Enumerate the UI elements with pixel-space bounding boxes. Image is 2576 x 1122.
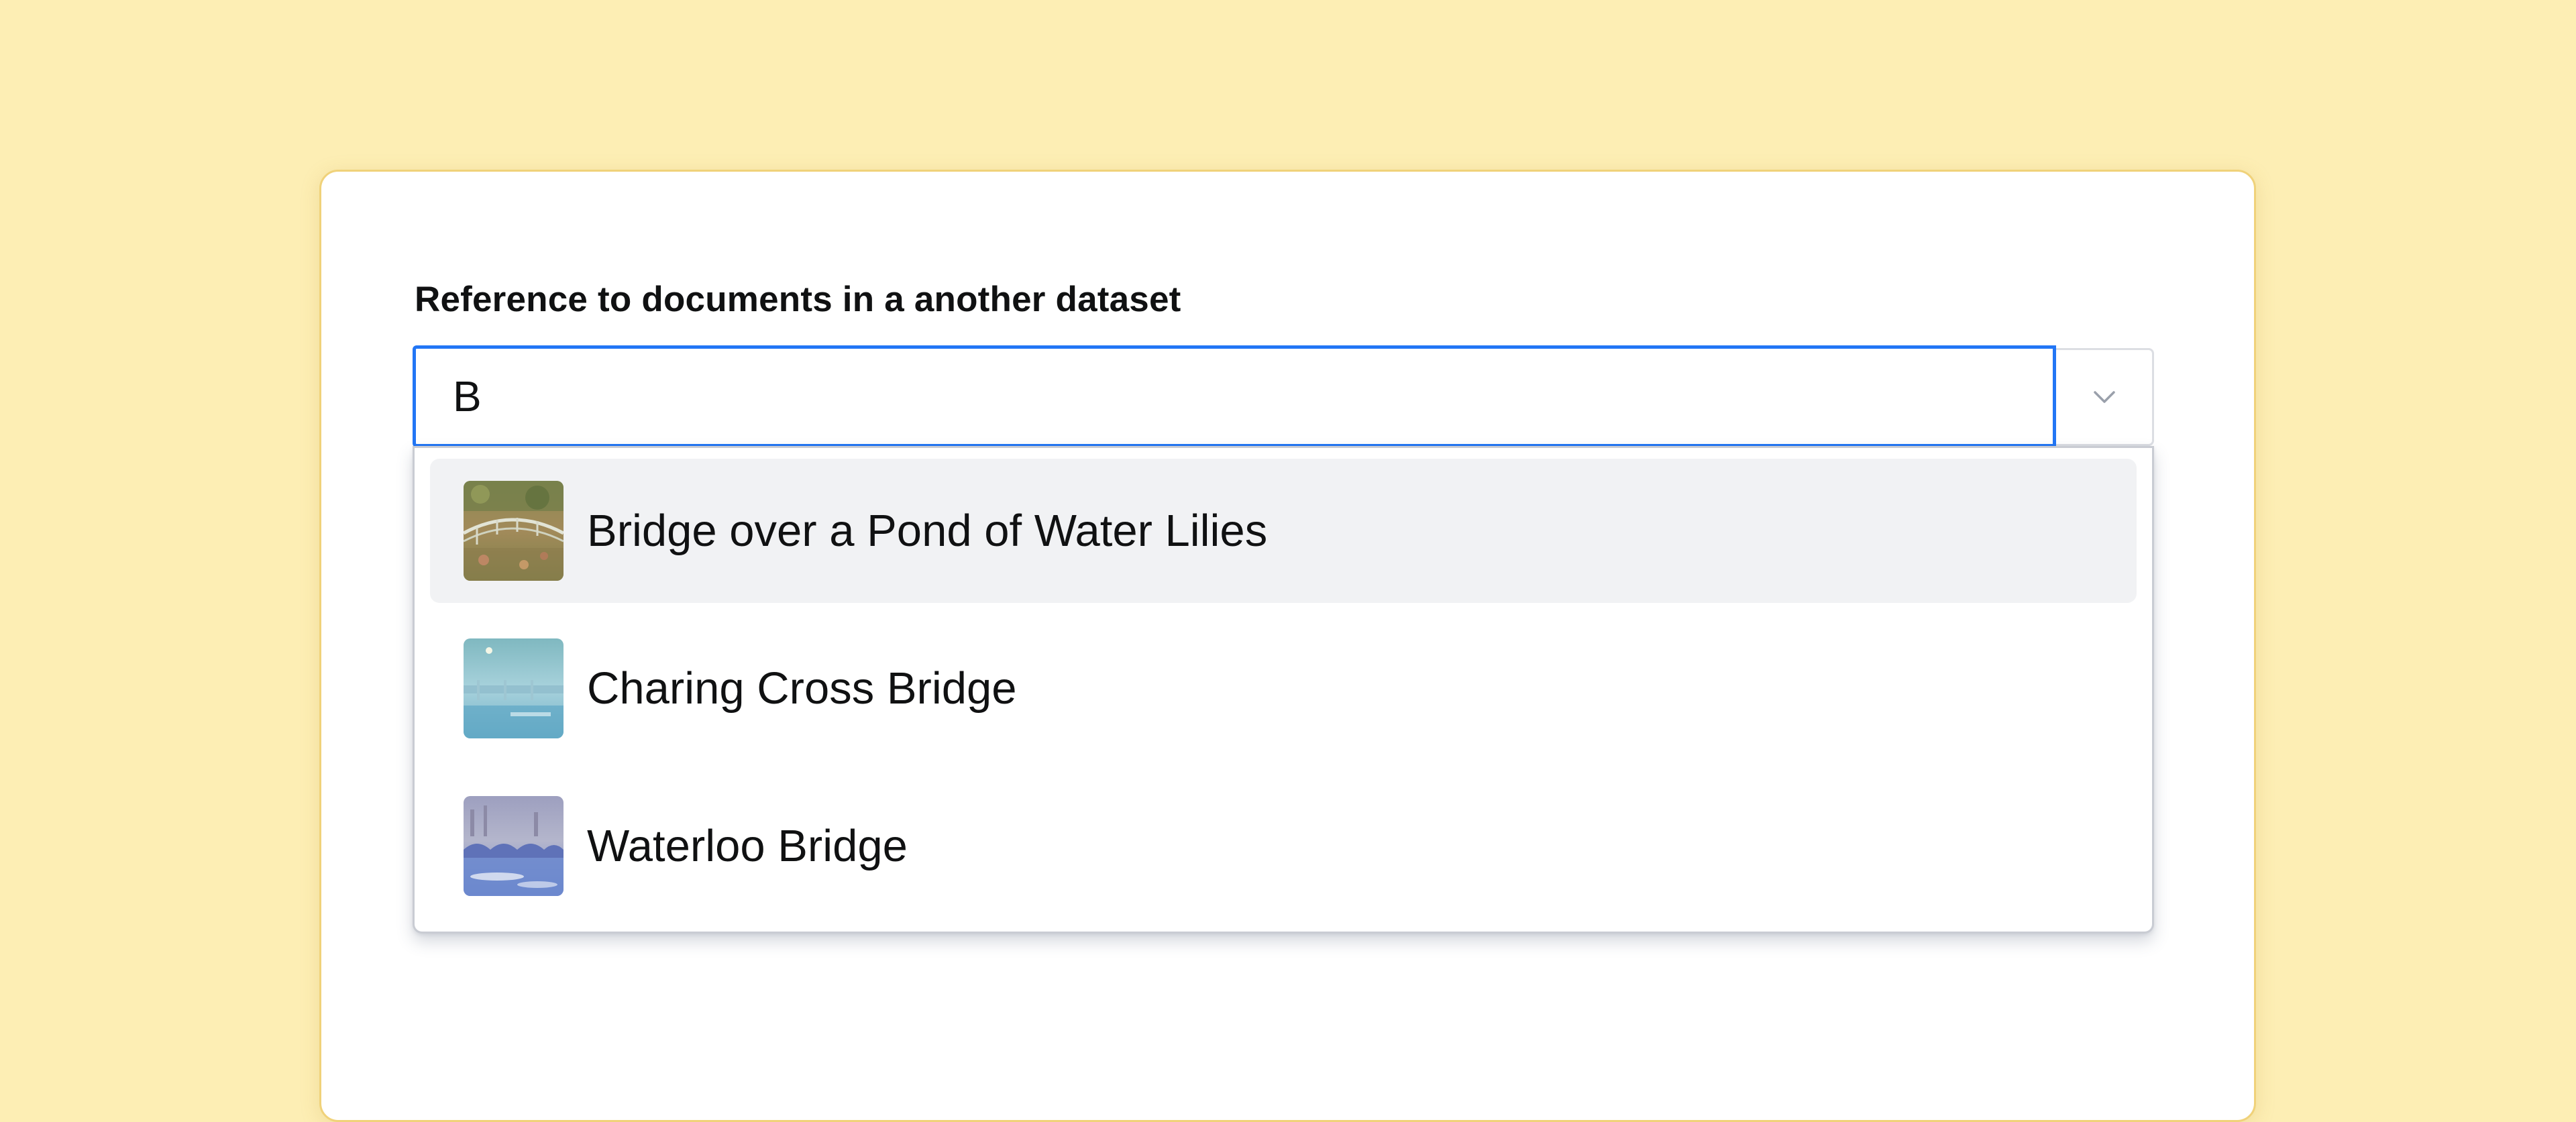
open-dropdown-button[interactable]: [2056, 348, 2154, 446]
form-card: Reference to documents in a another data…: [319, 170, 2256, 1122]
water-lilies-bridge-thumbnail: [464, 481, 564, 581]
chevron-down-icon: [2093, 391, 2115, 403]
option-label: Waterloo Bridge: [587, 821, 908, 871]
reference-options-list: Bridge over a Pond of Water Lilies Chari…: [413, 446, 2154, 934]
waterloo-bridge-thumbnail: [464, 796, 564, 896]
option-label: Bridge over a Pond of Water Lilies: [587, 506, 1268, 556]
option-label: Charing Cross Bridge: [587, 663, 1017, 714]
option-item[interactable]: Bridge over a Pond of Water Lilies: [430, 459, 2137, 603]
option-item[interactable]: Waterloo Bridge: [430, 774, 2137, 918]
reference-search-input[interactable]: [413, 345, 2056, 447]
field-label: Reference to documents in a another data…: [415, 280, 1181, 319]
option-item[interactable]: Charing Cross Bridge: [430, 616, 2137, 761]
charing-cross-bridge-thumbnail: [464, 638, 564, 738]
